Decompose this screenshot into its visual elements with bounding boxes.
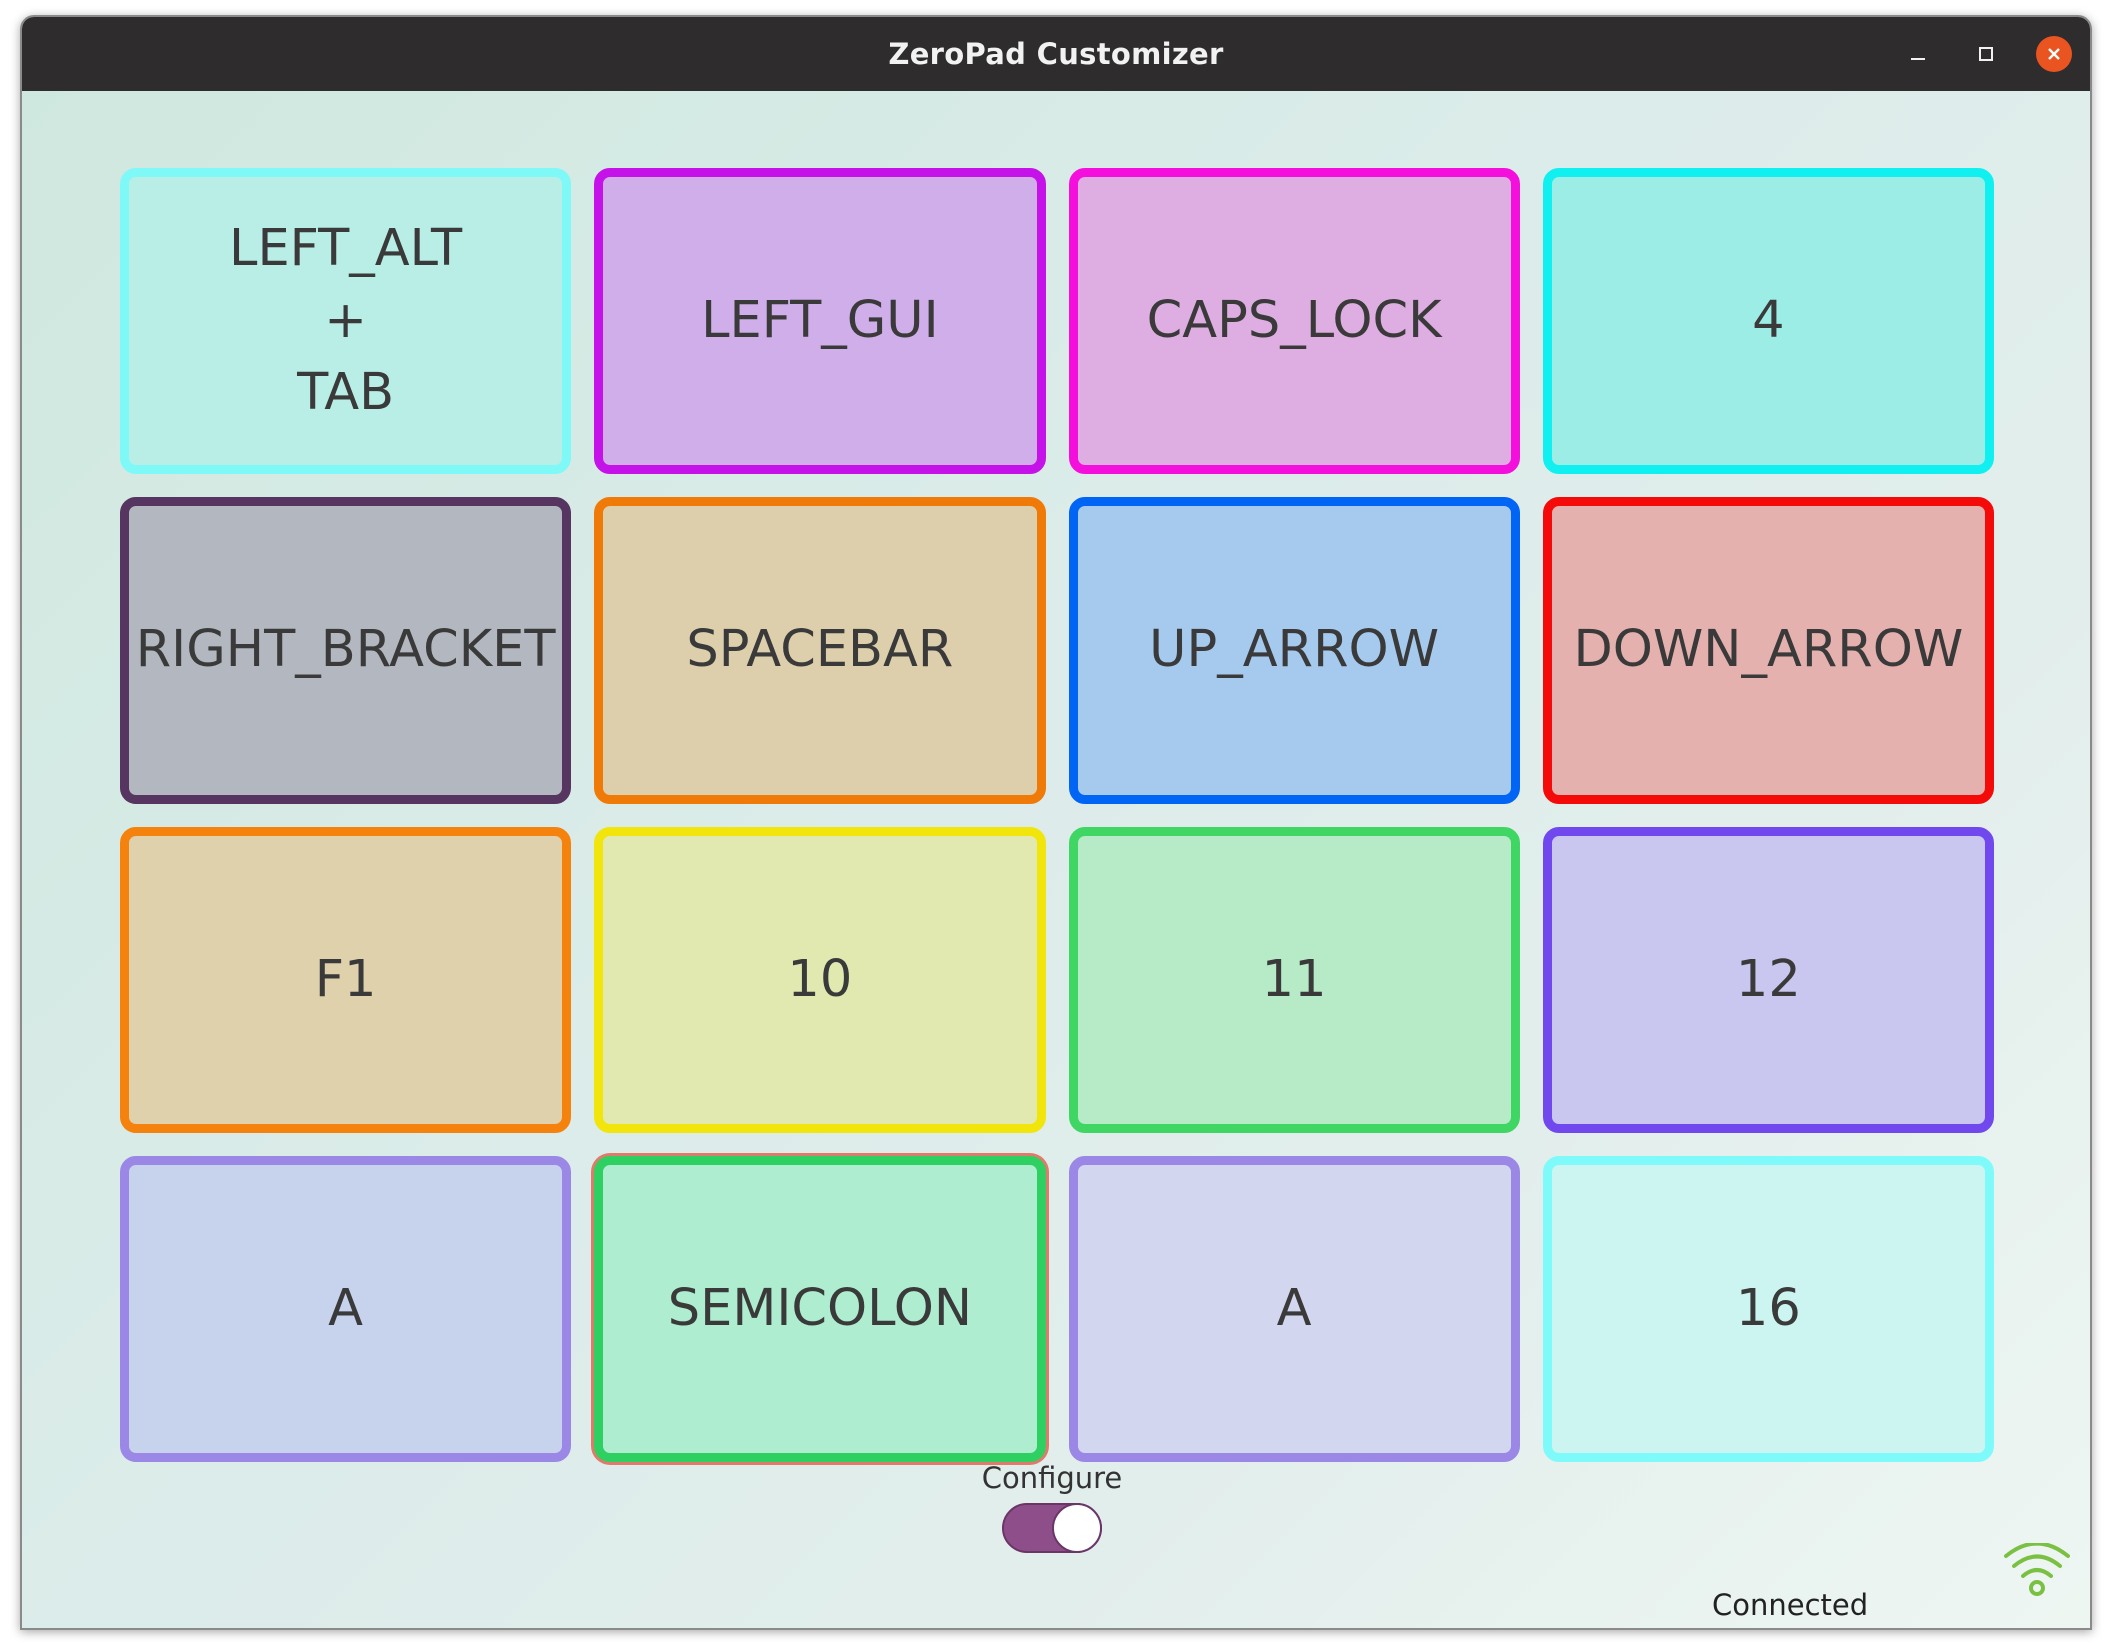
key-12[interactable]: 12 (1542, 826, 1994, 1133)
key-9[interactable]: F1 (120, 826, 572, 1133)
key-3[interactable]: CAPS_LOCK (1068, 168, 1520, 475)
key-6[interactable]: SPACEBAR (594, 497, 1046, 804)
key-4[interactable]: 4 (1542, 168, 1994, 475)
key-2[interactable]: LEFT_GUI (594, 168, 1046, 475)
window-title: ZeroPad Customizer (888, 37, 1224, 71)
key-16[interactable]: 16 (1542, 1155, 1994, 1462)
configure-toggle[interactable] (1002, 1503, 1102, 1553)
app-window: ZeroPad Customizer LEFT_ALT + TAB LEFT_G… (20, 15, 2092, 1630)
key-7[interactable]: UP_ARROW (1068, 497, 1520, 804)
key-grid: LEFT_ALT + TAB LEFT_GUI CAPS_LOCK 4 RIGH… (120, 168, 1994, 1462)
title-bar[interactable]: ZeroPad Customizer (22, 17, 2090, 91)
key-15[interactable]: A (1068, 1155, 1520, 1462)
toggle-knob (1052, 1503, 1102, 1553)
key-11[interactable]: 11 (1068, 826, 1520, 1133)
close-icon (2048, 48, 2060, 60)
key-1[interactable]: LEFT_ALT + TAB (120, 168, 572, 475)
key-5[interactable]: RIGHT_BRACKET (120, 497, 572, 804)
minimize-button[interactable] (1900, 36, 1936, 72)
wifi-icon (2002, 1541, 2072, 1599)
key-13[interactable]: A (120, 1155, 572, 1462)
close-button[interactable] (2036, 36, 2072, 72)
key-8[interactable]: DOWN_ARROW (1542, 497, 1994, 804)
key-14[interactable]: SEMICOLON (594, 1155, 1046, 1462)
maximize-icon (1979, 47, 1993, 61)
main-content: LEFT_ALT + TAB LEFT_GUI CAPS_LOCK 4 RIGH… (22, 91, 2090, 1628)
key-10[interactable]: 10 (594, 826, 1046, 1133)
connection-status: Connected (1712, 1588, 1869, 1622)
configure-control: Configure (962, 1461, 1142, 1553)
maximize-button[interactable] (1968, 36, 2004, 72)
configure-label: Configure (981, 1461, 1123, 1495)
minimize-icon (1911, 58, 1925, 60)
